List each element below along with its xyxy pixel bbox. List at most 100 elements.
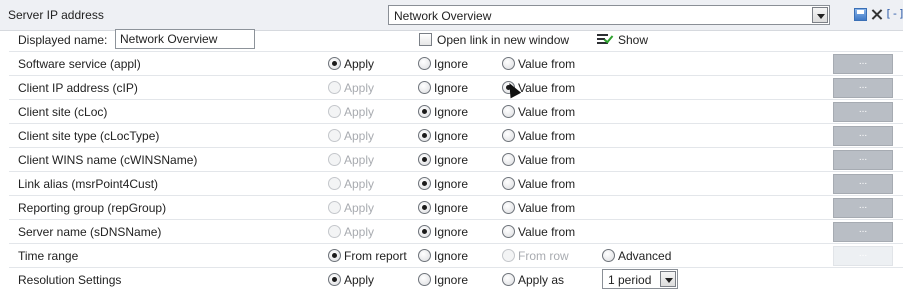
filter-browse-button[interactable]: ... bbox=[833, 54, 893, 74]
filter-value-from-label: Value from bbox=[518, 57, 576, 71]
filter-row: Client site type (cLocType) Apply Ignore Va… bbox=[9, 124, 903, 148]
filter-value-from-label: Value from bbox=[518, 81, 576, 95]
filter-value-from-label: Value from bbox=[518, 201, 576, 215]
time-range-advanced-label: Advanced bbox=[618, 249, 672, 263]
filter-ignore-label: Ignore bbox=[434, 105, 469, 119]
filter-value-from-label: Value from bbox=[518, 177, 576, 191]
resolution-apply-radio[interactable] bbox=[328, 273, 341, 286]
filter-ignore-label: Ignore bbox=[434, 177, 469, 191]
show-list-check-icon bbox=[597, 33, 615, 45]
filter-apply-radio[interactable] bbox=[328, 57, 341, 70]
time-range-from-row-label: From row bbox=[518, 249, 569, 263]
filter-ignore-radio[interactable] bbox=[418, 105, 431, 118]
filter-value-from-radio[interactable] bbox=[502, 177, 515, 190]
report-select-value: Network Overview bbox=[394, 9, 492, 23]
filter-value-from-radio[interactable] bbox=[502, 57, 515, 70]
filter-ignore-radio[interactable] bbox=[418, 129, 431, 142]
filter-apply-label: Apply bbox=[344, 225, 375, 239]
time-range-label: Time range bbox=[18, 249, 79, 263]
filter-apply-label: Apply bbox=[344, 105, 375, 119]
resolution-apply-as-label: Apply as bbox=[518, 273, 565, 287]
filter-apply-radio bbox=[328, 225, 341, 238]
filter-browse-button[interactable]: ... bbox=[833, 126, 893, 146]
filter-browse-button[interactable]: ... bbox=[833, 150, 893, 170]
save-icon[interactable] bbox=[854, 8, 867, 21]
filter-browse-button[interactable]: ... bbox=[833, 222, 893, 242]
filter-row: Client site (cLoc) Apply Ignore Value from.… bbox=[9, 100, 903, 124]
resolution-ignore-label: Ignore bbox=[434, 273, 469, 287]
filter-apply-radio bbox=[328, 105, 341, 118]
filter-ignore-radio[interactable] bbox=[418, 225, 431, 238]
filter-value-from-radio[interactable] bbox=[502, 225, 515, 238]
filter-ignore-label: Ignore bbox=[434, 201, 469, 215]
filter-row: Client IP address (cIP) Apply Ignore Value … bbox=[9, 76, 903, 100]
time-range-advanced-radio[interactable] bbox=[602, 249, 615, 262]
displayed-name-input[interactable] bbox=[115, 29, 255, 49]
resolution-apply-label: Apply bbox=[344, 273, 375, 287]
filter-browse-button[interactable]: ... bbox=[833, 198, 893, 218]
filter-browse-button[interactable]: ... bbox=[833, 102, 893, 122]
filter-ignore-radio[interactable] bbox=[418, 81, 431, 94]
resolution-row: Resolution Settings Apply Ignore Apply a… bbox=[9, 268, 903, 292]
filter-browse-button[interactable]: ... bbox=[833, 174, 893, 194]
filter-row-label: Client IP address (cIP) bbox=[18, 81, 138, 95]
time-range-from-row-radio bbox=[502, 249, 515, 262]
resolution-ignore-radio[interactable] bbox=[418, 273, 431, 286]
filter-ignore-label: Ignore bbox=[434, 225, 469, 239]
time-range-ignore-radio[interactable] bbox=[418, 249, 431, 262]
filter-value-from-radio[interactable] bbox=[502, 201, 515, 214]
filter-apply-label: Apply bbox=[344, 129, 375, 143]
chevron-down-icon[interactable] bbox=[812, 7, 828, 23]
filter-apply-radio bbox=[328, 153, 341, 166]
filter-value-from-radio[interactable] bbox=[502, 129, 515, 142]
filter-apply-label: Apply bbox=[344, 153, 375, 167]
chevron-down-icon[interactable] bbox=[660, 271, 676, 287]
filter-row: Client WINS name (cWINSName) Apply Ignore V… bbox=[9, 148, 903, 172]
filter-ignore-label: Ignore bbox=[434, 153, 469, 167]
filter-apply-label: Apply bbox=[344, 57, 375, 71]
filter-apply-radio bbox=[328, 201, 341, 214]
filter-ignore-radio[interactable] bbox=[418, 153, 431, 166]
filter-row-label: Link alias (msrPoint4Cust) bbox=[18, 177, 159, 191]
close-icon[interactable] bbox=[870, 8, 883, 21]
displayed-name-label: Displayed name: bbox=[18, 33, 108, 47]
filter-ignore-label: Ignore bbox=[434, 57, 469, 71]
filter-apply-label: Apply bbox=[344, 177, 375, 191]
filter-ignore-radio[interactable] bbox=[418, 201, 431, 214]
time-range-browse-button: ... bbox=[833, 246, 893, 266]
report-select[interactable]: Network Overview bbox=[388, 5, 830, 25]
filter-browse-button[interactable]: ... bbox=[833, 78, 893, 98]
filter-row: Software service (appl) Apply Ignore Value … bbox=[9, 52, 903, 76]
filter-row-label: Client site type (cLocType) bbox=[18, 129, 160, 143]
period-select-value: 1 period bbox=[608, 273, 652, 287]
filter-apply-radio bbox=[328, 81, 341, 94]
resolution-apply-as-radio[interactable] bbox=[502, 273, 515, 286]
filter-value-from-label: Value from bbox=[518, 153, 576, 167]
filter-value-from-radio[interactable] bbox=[502, 153, 515, 166]
filter-row-label: Client site (cLoc) bbox=[18, 105, 108, 119]
filter-ignore-radio[interactable] bbox=[418, 57, 431, 70]
resolution-label: Resolution Settings bbox=[18, 273, 122, 287]
time-range-row: Time range From report Ignore From row A… bbox=[9, 244, 903, 268]
filter-row: Reporting group (repGroup) Apply Ignore Val… bbox=[9, 196, 903, 220]
filter-apply-label: Apply bbox=[344, 81, 375, 95]
filter-row-label: Server name (sDNSName) bbox=[18, 225, 162, 239]
filter-apply-label: Apply bbox=[344, 201, 375, 215]
period-select[interactable]: 1 period bbox=[602, 269, 678, 289]
filter-value-from-label: Value from bbox=[518, 105, 576, 119]
filter-apply-radio bbox=[328, 129, 341, 142]
time-range-from-report-radio[interactable] bbox=[328, 249, 341, 262]
filter-ignore-radio[interactable] bbox=[418, 177, 431, 190]
filter-row: Server name (sDNSName) Apply Ignore Value f… bbox=[9, 220, 903, 244]
open-link-checkbox[interactable] bbox=[419, 33, 432, 46]
panel-header: Server IP address Network Overview [-] bbox=[0, 0, 903, 31]
time-range-ignore-label: Ignore bbox=[434, 249, 469, 263]
filter-value-from-radio[interactable] bbox=[502, 105, 515, 118]
filter-row: Link alias (msrPoint4Cust) Apply Ignore Val… bbox=[9, 172, 903, 196]
panel-title: Server IP address bbox=[8, 8, 104, 22]
displayed-name-row: Displayed name: Open link in new window … bbox=[9, 28, 903, 52]
filter-value-from-label: Value from bbox=[518, 225, 576, 239]
open-link-label: Open link in new window bbox=[437, 33, 570, 47]
show-label: Show bbox=[618, 33, 649, 47]
collapse-icon[interactable]: [-] bbox=[885, 7, 903, 20]
